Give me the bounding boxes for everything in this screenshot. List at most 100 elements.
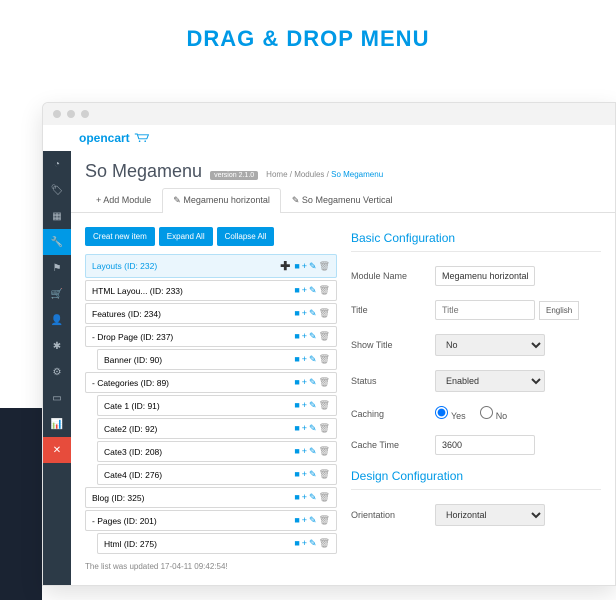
side-user-icon[interactable]: 👤 <box>43 307 71 333</box>
pen-icon[interactable]: ✎ <box>309 354 317 365</box>
traffic-light-close[interactable] <box>53 110 61 118</box>
tab-megamenu-horizontal[interactable]: ✎ Megamenu horizontal <box>162 188 281 213</box>
plus-icon[interactable]: + <box>302 538 307 549</box>
plus-icon[interactable]: + <box>302 446 307 457</box>
sq-icon[interactable]: ■ <box>294 469 299 480</box>
plus-icon[interactable]: + <box>302 515 307 526</box>
tree-row[interactable]: Blog (ID: 325)■+✎🗑 <box>85 487 337 508</box>
trash-icon[interactable]: 🗑 <box>319 331 330 342</box>
tree-row[interactable]: Cate4 (ID: 276)■+✎🗑 <box>97 464 337 485</box>
tree-row[interactable]: Cate2 (ID: 92)■+✎🗑 <box>97 418 337 439</box>
traffic-light-max[interactable] <box>81 110 89 118</box>
tab-add-module[interactable]: + Add Module <box>85 188 162 212</box>
tree-row[interactable]: Html (ID: 275)■+✎🗑 <box>97 533 337 554</box>
drag-handle-icon[interactable]: ✚ <box>280 259 290 273</box>
plus-icon[interactable]: + <box>302 354 307 365</box>
pen-icon[interactable]: ✎ <box>309 492 317 503</box>
tree-row[interactable]: Cate 1 (ID: 91)■+✎🗑 <box>97 395 337 416</box>
plus-icon[interactable]: + <box>302 400 307 411</box>
expand-all-button[interactable]: Expand All <box>159 227 213 246</box>
sq-icon[interactable]: ■ <box>294 400 299 411</box>
tree-row[interactable]: - Drop Page (ID: 237)■+✎🗑 <box>85 326 337 347</box>
side-dashboard-icon[interactable]: ◔ <box>43 151 71 177</box>
pen-icon[interactable]: ✎ <box>309 538 317 549</box>
sq-icon[interactable]: ■ <box>294 538 299 549</box>
background-accent <box>0 408 42 600</box>
input-module-name[interactable] <box>435 266 535 286</box>
side-chart-icon[interactable]: 📊 <box>43 411 71 437</box>
pen-icon[interactable]: ✎ <box>309 446 317 457</box>
plus-icon[interactable]: + <box>302 308 307 319</box>
input-title[interactable] <box>435 300 535 320</box>
tree-row[interactable]: Layouts (ID: 232)✚■+✎🗑 <box>85 254 337 278</box>
trash-icon[interactable]: 🗑 <box>319 492 330 503</box>
breadcrumb-current[interactable]: So Megamenu <box>331 170 383 179</box>
pen-icon[interactable]: ✎ <box>309 515 317 526</box>
pen-icon[interactable]: ✎ <box>309 377 317 388</box>
trash-icon[interactable]: 🗑 <box>319 377 330 388</box>
tree-row[interactable]: Features (ID: 234)■+✎🗑 <box>85 303 337 324</box>
sq-icon[interactable]: ■ <box>294 423 299 434</box>
side-close-icon[interactable]: ✕ <box>43 437 71 463</box>
plus-icon[interactable]: + <box>302 469 307 480</box>
pen-icon[interactable]: ✎ <box>309 331 317 342</box>
trash-icon[interactable]: 🗑 <box>319 400 330 411</box>
sq-icon[interactable]: ■ <box>294 285 299 296</box>
plus-icon[interactable]: + <box>302 377 307 388</box>
sq-icon[interactable]: ■ <box>294 492 299 503</box>
plus-icon[interactable]: + <box>302 285 307 296</box>
sq-icon[interactable]: ■ <box>294 446 299 457</box>
tree-row-actions: ■+✎🗑 <box>294 285 330 296</box>
side-wrench-icon[interactable]: 🔧 <box>43 229 71 255</box>
trash-icon[interactable]: 🗑 <box>319 261 330 272</box>
input-cache-time[interactable] <box>435 435 535 455</box>
tree-row[interactable]: Cate3 (ID: 208)■+✎🗑 <box>97 441 337 462</box>
side-tag-icon[interactable]: 🏷 <box>43 177 71 203</box>
tab-megamenu-vertical[interactable]: ✎ So Megamenu Vertical <box>281 188 404 212</box>
trash-icon[interactable]: 🗑 <box>319 538 330 549</box>
side-ext-icon[interactable]: ▦ <box>43 203 71 229</box>
traffic-light-min[interactable] <box>67 110 75 118</box>
tree-row[interactable]: - Pages (ID: 201)■+✎🗑 <box>85 510 337 531</box>
plus-icon[interactable]: + <box>302 261 307 272</box>
trash-icon[interactable]: 🗑 <box>319 423 330 434</box>
radio-caching-yes[interactable]: Yes <box>435 406 466 421</box>
lang-selector[interactable]: English <box>539 301 579 320</box>
sq-icon[interactable]: ■ <box>294 377 299 388</box>
create-item-button[interactable]: Creat new item <box>85 227 155 246</box>
pen-icon[interactable]: ✎ <box>309 308 317 319</box>
sq-icon[interactable]: ■ <box>294 308 299 319</box>
trash-icon[interactable]: 🗑 <box>319 285 330 296</box>
side-share-icon[interactable]: ✱ <box>43 333 71 359</box>
trash-icon[interactable]: 🗑 <box>319 515 330 526</box>
tree-row[interactable]: - Categories (ID: 89)■+✎🗑 <box>85 372 337 393</box>
trash-icon[interactable]: 🗑 <box>319 446 330 457</box>
tree-row-label: Banner (ID: 90) <box>104 355 294 365</box>
select-status[interactable]: Enabled <box>435 370 545 392</box>
tree-row[interactable]: HTML Layou... (ID: 233)■+✎🗑 <box>85 280 337 301</box>
trash-icon[interactable]: 🗑 <box>319 354 330 365</box>
side-gear-icon[interactable]: ⚙ <box>43 359 71 385</box>
plus-icon[interactable]: + <box>302 492 307 503</box>
plus-icon[interactable]: + <box>302 331 307 342</box>
collapse-all-button[interactable]: Collapse All <box>217 227 275 246</box>
pen-icon[interactable]: ✎ <box>309 400 317 411</box>
trash-icon[interactable]: 🗑 <box>319 469 330 480</box>
pen-icon[interactable]: ✎ <box>309 469 317 480</box>
sq-icon[interactable]: ■ <box>294 261 299 272</box>
tree-row[interactable]: Banner (ID: 90)■+✎🗑 <box>97 349 337 370</box>
sq-icon[interactable]: ■ <box>294 331 299 342</box>
pen-icon[interactable]: ✎ <box>309 285 317 296</box>
pen-icon[interactable]: ✎ <box>309 423 317 434</box>
sq-icon[interactable]: ■ <box>294 354 299 365</box>
sq-icon[interactable]: ■ <box>294 515 299 526</box>
side-doc-icon[interactable]: ▭ <box>43 385 71 411</box>
radio-caching-no[interactable]: No <box>480 406 508 421</box>
trash-icon[interactable]: 🗑 <box>319 308 330 319</box>
pen-icon[interactable]: ✎ <box>309 261 317 272</box>
side-cart-icon[interactable]: 🛒 <box>43 281 71 307</box>
select-orientation[interactable]: Horizontal <box>435 504 545 526</box>
plus-icon[interactable]: + <box>302 423 307 434</box>
side-flag-icon[interactable]: ⚑ <box>43 255 71 281</box>
select-show-title[interactable]: No <box>435 334 545 356</box>
